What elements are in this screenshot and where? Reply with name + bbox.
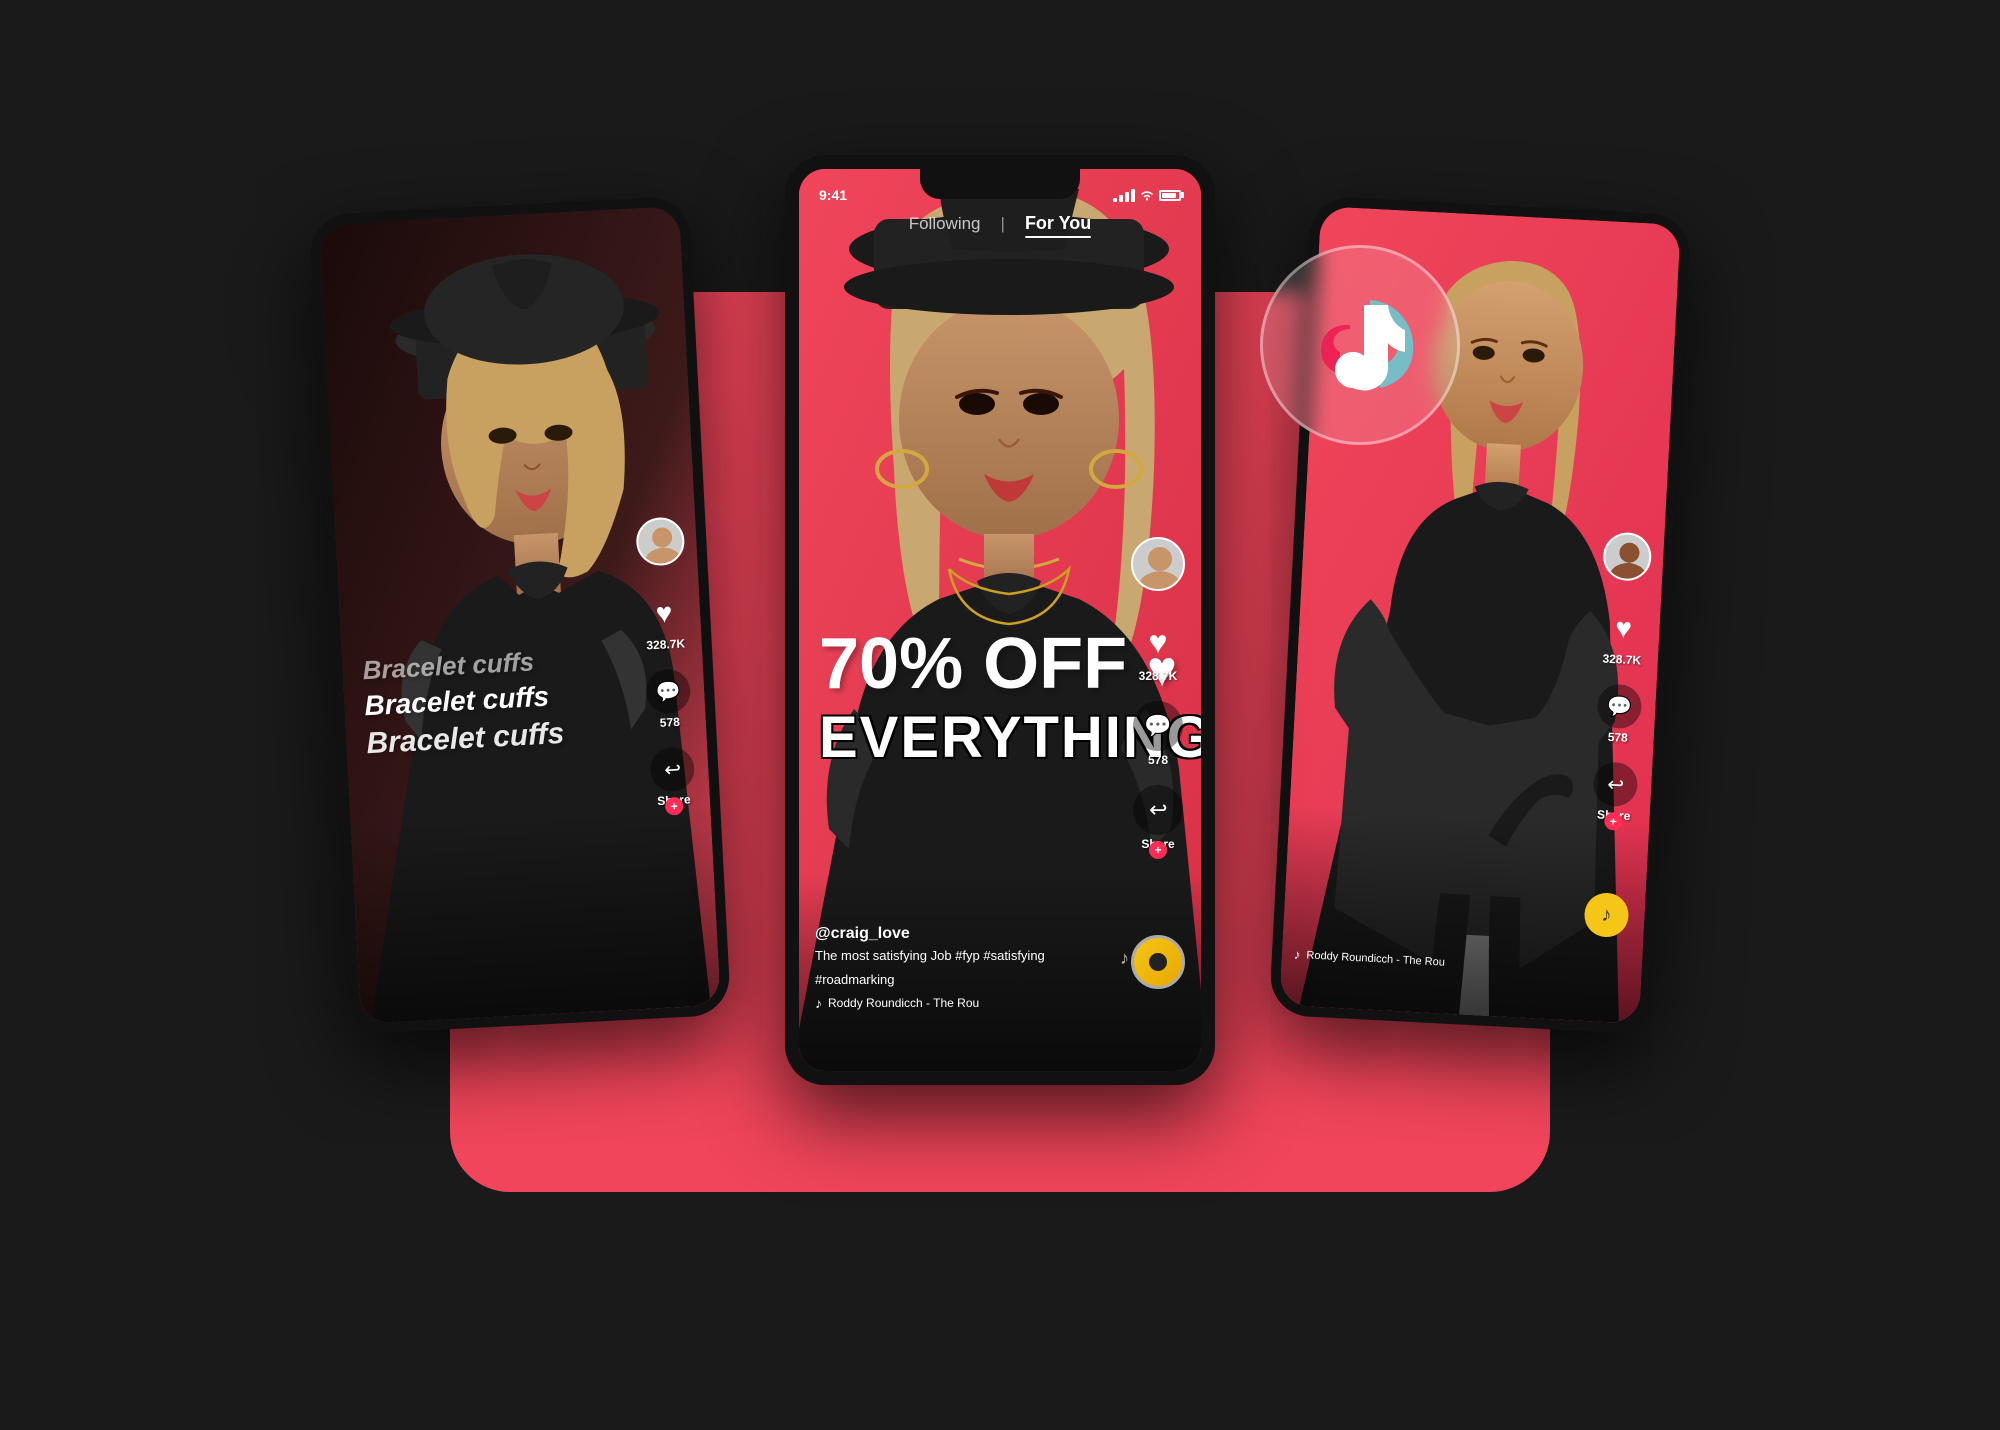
phone-notch (920, 169, 1080, 199)
right-comment-group[interactable]: 💬 578 (1595, 683, 1642, 745)
left-share-icon: ↪ (649, 746, 695, 792)
center-like-count: 328.7K (1139, 669, 1178, 683)
phone-center: 9:41 (785, 155, 1215, 1085)
left-avatar (635, 516, 685, 566)
status-icons (1113, 189, 1181, 202)
center-music-note-float: ♪ (1120, 948, 1129, 969)
sale-main-text: 70% OFF (819, 624, 1127, 704)
right-comment-count: 578 (1607, 730, 1628, 745)
right-heart-icon: ♥ (1600, 605, 1646, 651)
bottom-info: @craig_love The most satisfying Job #fyp… (815, 925, 1131, 1011)
caption-line1: The most satisfying Job #fyp #satisfying (815, 947, 1131, 965)
caption-hashtag: #roadmarking (815, 972, 895, 987)
caption-line2: #roadmarking (815, 971, 1131, 989)
center-music-disc (1131, 935, 1185, 989)
left-avatar-group[interactable]: + (635, 516, 685, 566)
signal-bar-1 (1113, 198, 1117, 202)
signal-bars-icon (1113, 189, 1135, 202)
center-share-icon: ↪ (1133, 785, 1183, 835)
tiktok-logo (1260, 245, 1460, 445)
wifi-icon (1139, 189, 1155, 201)
center-comment-group[interactable]: 💬 578 (1133, 701, 1183, 767)
center-comment-icon: 💬 (1133, 701, 1183, 751)
battery-icon (1159, 190, 1181, 201)
phone-left-screen: Bracelet cuffs Bracelet cuffs Bracelet c… (319, 206, 720, 1024)
left-like-count: 328.7K (646, 636, 685, 652)
music-note-icon: ♪ (1601, 903, 1612, 926)
right-music-note: ♪ (1294, 947, 1301, 962)
battery-fill (1162, 193, 1176, 198)
center-side-icons: + ♥ 328.7K 💬 578 ↪ (1131, 537, 1185, 851)
nav-bar: Following | For You (799, 213, 1201, 234)
nav-underline (1025, 236, 1091, 238)
nav-foryou-container: For You (1025, 213, 1091, 234)
nav-divider: | (1001, 214, 1005, 234)
left-comment-group[interactable]: 💬 578 (645, 668, 692, 730)
music-row: ♪ Roddy Roundicch - The Rou (815, 995, 1131, 1011)
disc-inner (1149, 953, 1167, 971)
tiktok-logo-circle (1260, 245, 1460, 445)
signal-bar-4 (1131, 189, 1135, 202)
music-text: Roddy Roundicch - The Rou (828, 996, 979, 1010)
right-like-group[interactable]: ♥ 328.7K (1600, 605, 1647, 667)
left-bottom-gradient (351, 805, 721, 1024)
center-like-group[interactable]: ♥ 328.7K (1133, 617, 1183, 683)
center-heart-icon: ♥ (1133, 617, 1183, 667)
caption-text: The most satisfying Job #fyp #satisfying (815, 948, 1045, 963)
username[interactable]: @craig_love (815, 925, 1131, 943)
music-note-icon: ♪ (815, 995, 822, 1011)
nav-following[interactable]: Following (909, 214, 981, 234)
phone-left: Bracelet cuffs Bracelet cuffs Bracelet c… (309, 196, 731, 1035)
left-comment-icon: 💬 (645, 668, 691, 714)
left-like-group[interactable]: ♥ 328.7K (641, 590, 688, 652)
center-follow-plus[interactable]: + (1149, 841, 1167, 859)
scene: Bracelet cuffs Bracelet cuffs Bracelet c… (300, 115, 1700, 1315)
left-comment-count: 578 (659, 715, 680, 730)
center-avatar-group[interactable]: + (1131, 537, 1185, 591)
center-avatar (1131, 537, 1185, 591)
phone-center-screen: 9:41 (799, 169, 1201, 1071)
nav-foryou[interactable]: For You (1025, 213, 1091, 233)
right-avatar-group[interactable]: + (1602, 531, 1652, 581)
signal-bar-3 (1125, 192, 1129, 202)
signal-bar-2 (1119, 195, 1123, 202)
left-heart-icon: ♥ (641, 590, 687, 636)
status-time: 9:41 (819, 187, 847, 203)
right-comment-icon: 💬 (1596, 683, 1642, 729)
right-avatar (1602, 531, 1652, 581)
tiktok-logo-svg (1295, 280, 1425, 410)
bracelet-texts: Bracelet cuffs Bracelet cuffs Bracelet c… (362, 644, 565, 763)
right-like-count: 328.7K (1602, 651, 1641, 667)
right-share-icon: ↪ (1592, 761, 1638, 807)
center-comment-count: 578 (1148, 753, 1168, 767)
